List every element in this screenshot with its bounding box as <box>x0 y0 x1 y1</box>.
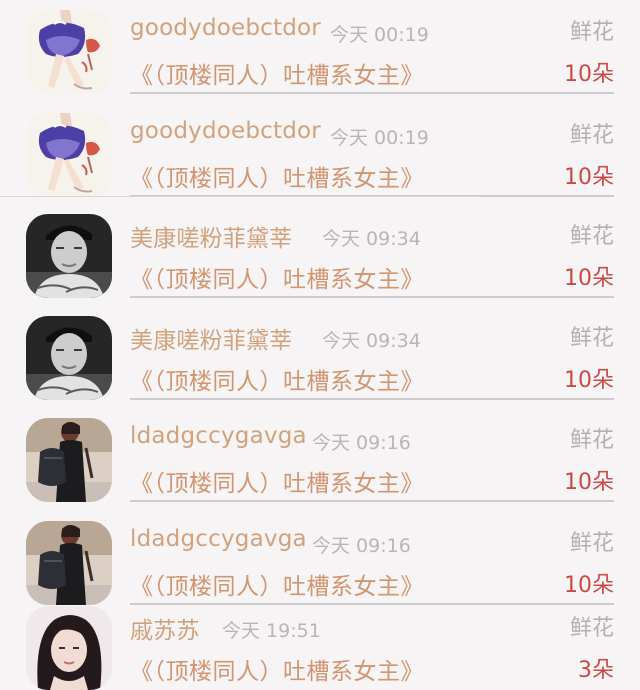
gift-time: 今天 09:16 <box>312 432 411 454</box>
sender-name[interactable]: 美康嗟粉菲黛莘 <box>130 219 292 253</box>
flower-gift-list: goodydoebctdor 今天 00:19 鲜花 《（顶楼同人）吐槽系女主》… <box>0 0 640 690</box>
gift-time: 今天 19:51 <box>222 620 321 642</box>
gift-amount: 10朵 <box>564 368 614 393</box>
gift-time: 今天 00:19 <box>330 24 429 46</box>
book-title-link[interactable]: 《（顶楼同人）吐槽系女主》 <box>130 56 424 90</box>
list-item[interactable]: 美康嗟粉菲黛莘 今天 09:34 鲜花 《（顶楼同人）吐槽系女主》 10朵 <box>0 306 640 409</box>
gift-amount: 10朵 <box>564 266 614 291</box>
gift-time: 今天 09:34 <box>322 228 421 250</box>
gift-type-label: 鲜花 <box>569 531 614 556</box>
book-title-link[interactable]: 《（顶楼同人）吐槽系女主》 <box>130 464 424 498</box>
book-title-link[interactable]: 《（顶楼同人）吐槽系女主》 <box>130 652 424 686</box>
sender-name[interactable]: 戚苏苏 <box>130 611 200 645</box>
gift-type-label: 鲜花 <box>569 123 614 148</box>
gift-type-label: 鲜花 <box>569 224 614 249</box>
backpack-person-avatar[interactable] <box>26 418 112 502</box>
gift-type-label: 鲜花 <box>569 326 614 351</box>
row-divider <box>130 296 614 298</box>
gift-amount: 10朵 <box>564 470 614 495</box>
list-item[interactable]: ldadgccygavga 今天 09:16 鲜花 《（顶楼同人）吐槽系女主》 … <box>0 408 640 511</box>
row-divider <box>130 398 614 400</box>
list-item[interactable]: goodydoebctdor 今天 00:19 鲜花 《（顶楼同人）吐槽系女主》… <box>0 0 640 103</box>
gift-type-label: 鲜花 <box>569 428 614 453</box>
list-item[interactable]: 戚苏苏 今天 19:51 鲜花 《（顶楼同人）吐槽系女主》 3朵 <box>0 596 640 690</box>
book-title-link[interactable]: 《（顶楼同人）吐槽系女主》 <box>130 260 424 294</box>
sender-name[interactable]: goodydoebctdor <box>130 15 321 41</box>
list-item[interactable]: goodydoebctdor 今天 00:19 鲜花 《（顶楼同人）吐槽系女主》… <box>0 103 640 206</box>
gift-type-label: 鲜花 <box>569 20 614 45</box>
row-divider <box>130 500 614 502</box>
sender-name[interactable]: goodydoebctdor <box>130 118 321 144</box>
sender-name[interactable]: 美康嗟粉菲黛莘 <box>130 321 292 355</box>
row-divider <box>130 92 614 94</box>
gift-amount: 10朵 <box>564 165 614 190</box>
gift-amount: 3朵 <box>578 658 614 683</box>
man-bw-photo-avatar[interactable] <box>26 316 112 400</box>
section-divider <box>0 196 480 197</box>
book-title-link[interactable]: 《（顶楼同人）吐槽系女主》 <box>130 362 424 396</box>
list-item[interactable]: 美康嗟粉菲黛莘 今天 09:34 鲜花 《（顶楼同人）吐槽系女主》 10朵 <box>0 204 640 307</box>
dancer-illustration-avatar[interactable] <box>26 10 112 94</box>
dancer-illustration-avatar[interactable] <box>26 113 112 197</box>
backpack-person-avatar[interactable] <box>26 521 112 605</box>
gift-time: 今天 09:16 <box>312 535 411 557</box>
gift-time: 今天 09:34 <box>322 330 421 352</box>
gift-time: 今天 00:19 <box>330 127 429 149</box>
gift-amount: 10朵 <box>564 62 614 87</box>
gift-type-label: 鲜花 <box>569 616 614 641</box>
woman-portrait-avatar[interactable] <box>26 606 112 690</box>
book-title-link[interactable]: 《（顶楼同人）吐槽系女主》 <box>130 159 424 193</box>
sender-name[interactable]: ldadgccygavga <box>130 526 307 552</box>
gift-amount: 10朵 <box>564 573 614 598</box>
man-bw-photo-avatar[interactable] <box>26 214 112 298</box>
sender-name[interactable]: ldadgccygavga <box>130 423 307 449</box>
